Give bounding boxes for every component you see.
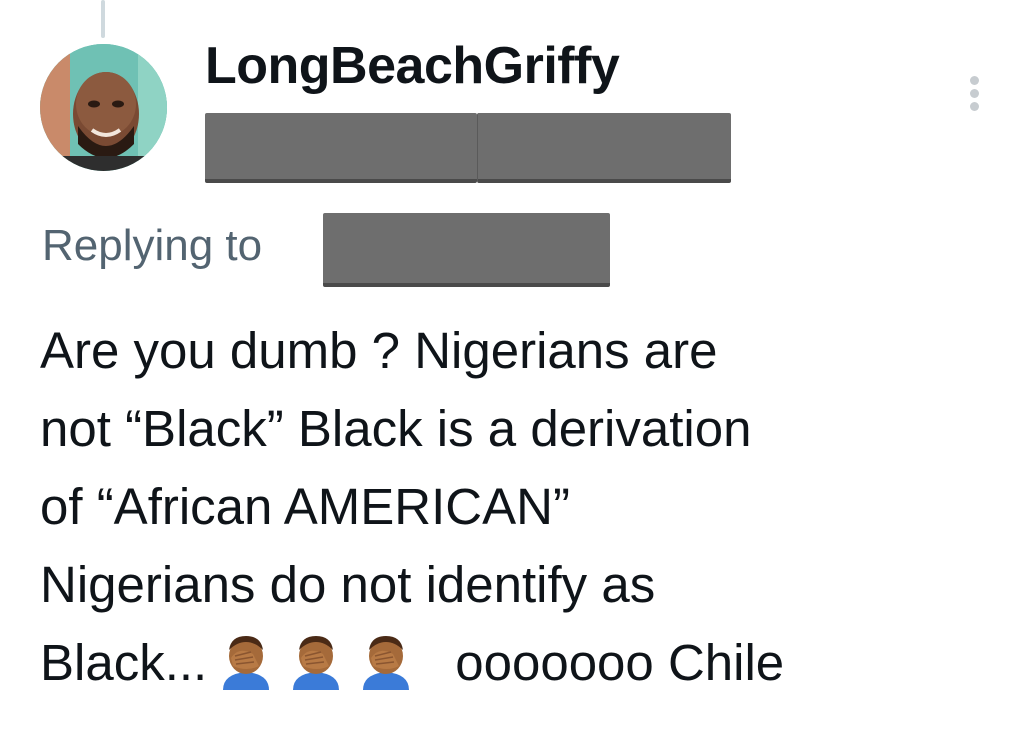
- handle-redaction-left: [205, 113, 477, 183]
- more-vertical-icon[interactable]: [964, 76, 984, 120]
- handle-redaction-right: [477, 113, 731, 183]
- facepalm-emoji-icon: [357, 632, 415, 690]
- tweet-line-2: not “Black” Black is a derivation: [40, 400, 752, 457]
- display-name[interactable]: LongBeachGriffy: [205, 34, 620, 98]
- tweet-text: Are you dumb ? Nigerians are not “Black”…: [40, 312, 1000, 712]
- tweet-line-4: Nigerians do not identify as: [40, 556, 656, 613]
- facepalm-emoji-icon: [287, 632, 345, 690]
- emoji-group: [217, 632, 427, 712]
- facepalm-emoji-icon: [217, 632, 275, 690]
- tweet-line-5-start: Black...: [40, 634, 208, 691]
- tweet-line-5-end: ooooooo Chile: [455, 634, 785, 691]
- thread-connector-line: [101, 0, 105, 38]
- replying-to-label: Replying to: [42, 221, 263, 270]
- reply-target-redaction: [323, 213, 610, 287]
- avatar-photo: [40, 44, 167, 171]
- tweet-line-1: Are you dumb ? Nigerians are: [40, 322, 718, 379]
- avatar[interactable]: [40, 44, 167, 171]
- tweet-line-3: of “African AMERICAN”: [40, 478, 570, 535]
- tweet-line-5: Black... ooooooo Chile: [40, 624, 1000, 712]
